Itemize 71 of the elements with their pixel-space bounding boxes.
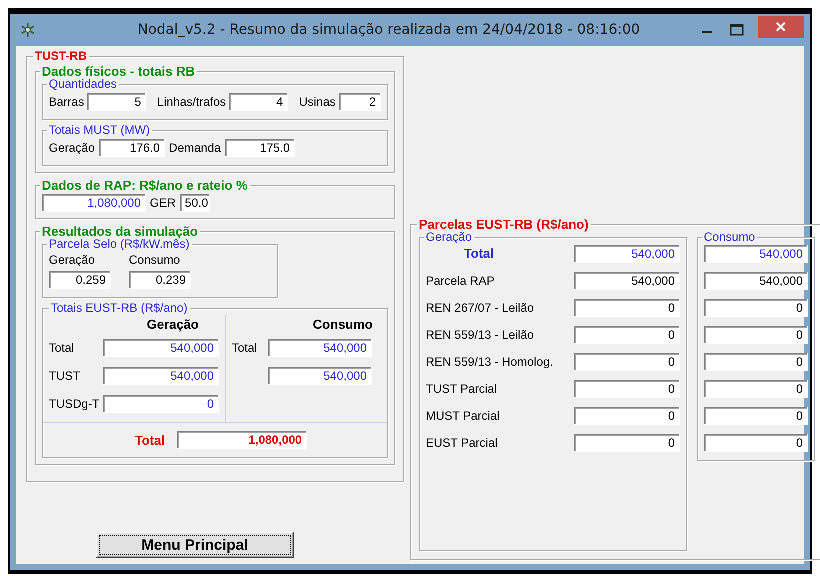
input-field[interactable]: 0.239 [129, 271, 191, 289]
input-field[interactable]: 0 [704, 326, 808, 344]
group-title: Totais EUST-RB (R$/ano) [50, 302, 189, 315]
input-field[interactable]: 0 [574, 326, 680, 344]
field-label: REN 559/13 - Homolog. [426, 354, 554, 368]
input-field[interactable]: 540,000 [268, 339, 372, 357]
input-field[interactable]: 540,000 [574, 272, 680, 290]
field-label: MUST Parcial [426, 408, 500, 422]
group-title: TUST-RB [34, 50, 88, 63]
field-label: TUST [49, 369, 82, 383]
input-field[interactable]: 4 [229, 93, 288, 111]
group-title: Resultados da simulação [41, 225, 200, 238]
field-label: Total [49, 341, 76, 355]
input-field[interactable]: 0.259 [49, 271, 111, 289]
field-label: Usinas [299, 95, 336, 109]
field-label: Consumo [129, 253, 182, 267]
input-field[interactable]: 2 [338, 93, 381, 111]
input-field[interactable]: 1,080,000 [177, 431, 308, 449]
input-field[interactable]: 540,000 [268, 367, 372, 385]
input-field[interactable]: 1,080,000 [42, 194, 146, 212]
field-label: Demanda [169, 141, 222, 155]
input-field[interactable]: 0 [704, 380, 808, 398]
input-field[interactable]: 0 [704, 434, 808, 452]
group-title: Parcela Selo (R$/kW.mês) [48, 238, 190, 251]
input-field[interactable]: 0 [574, 298, 680, 316]
window-title: Nodal_v5.2 - Resumo da simulação realizada em 24/04/2018 - 08:16:00 [136, 22, 642, 38]
input-field[interactable]: 540,000 [103, 339, 219, 357]
field-label: REN 559/13 - Leilão [426, 328, 534, 342]
field-label: Barras [49, 95, 84, 109]
input-field[interactable]: 0 [574, 352, 680, 370]
group-title: Parcelas EUST-RB (R$/ano) [418, 218, 590, 231]
input-field[interactable]: 540,000 [704, 244, 808, 262]
input-field[interactable]: 0 [574, 434, 680, 452]
field-label: Geração [49, 253, 96, 267]
group-title: Quantidades [48, 78, 118, 91]
group-title: Dados de RAP: R$/ano e rateio % [41, 179, 249, 192]
input-field[interactable]: 0 [704, 298, 808, 316]
group-title: Geração [425, 231, 474, 244]
input-field[interactable]: 5 [87, 93, 146, 111]
field-label: REN 267/07 - Leilão [426, 300, 534, 314]
input-field[interactable]: 540,000 [574, 244, 680, 262]
input-field[interactable]: 0 [574, 406, 680, 424]
field-label: GER [150, 196, 176, 210]
group-title: Totais MUST (MW) [48, 124, 152, 137]
input-field[interactable]: 540,000 [103, 367, 219, 385]
maximize-icon [730, 24, 744, 36]
input-field[interactable]: 0 [704, 352, 808, 370]
field-label: Geração [49, 141, 96, 155]
close-button[interactable] [758, 16, 804, 38]
group-title: Dados físicos - totais RB [41, 65, 196, 78]
total-label: Total [135, 432, 166, 448]
field-label: Total [232, 341, 258, 355]
input-field[interactable]: 175.0 [225, 139, 296, 157]
input-field[interactable]: 50.0 [180, 194, 210, 212]
main-menu-button[interactable]: Menu Principal [96, 532, 294, 558]
group-title: Consumo [703, 231, 756, 244]
snowflake-icon [20, 22, 36, 38]
field-label: Linhas/trafos [157, 95, 226, 109]
input-field[interactable]: 0 [704, 406, 808, 424]
input-field[interactable]: 0 [103, 395, 219, 413]
column-heading: Consumo [312, 317, 374, 332]
close-icon [776, 22, 786, 32]
field-label: TUSDg-T [49, 397, 101, 411]
column-heading: Geração [146, 317, 200, 332]
field-label: Total [463, 246, 494, 261]
input-field[interactable]: 0 [574, 380, 680, 398]
input-field[interactable]: 176.0 [99, 139, 166, 157]
field-label: EUST Parcial [426, 436, 498, 450]
field-label: Parcela RAP [426, 274, 495, 288]
field-label: TUST Parcial [426, 382, 498, 396]
input-field[interactable]: 540,000 [704, 272, 808, 290]
